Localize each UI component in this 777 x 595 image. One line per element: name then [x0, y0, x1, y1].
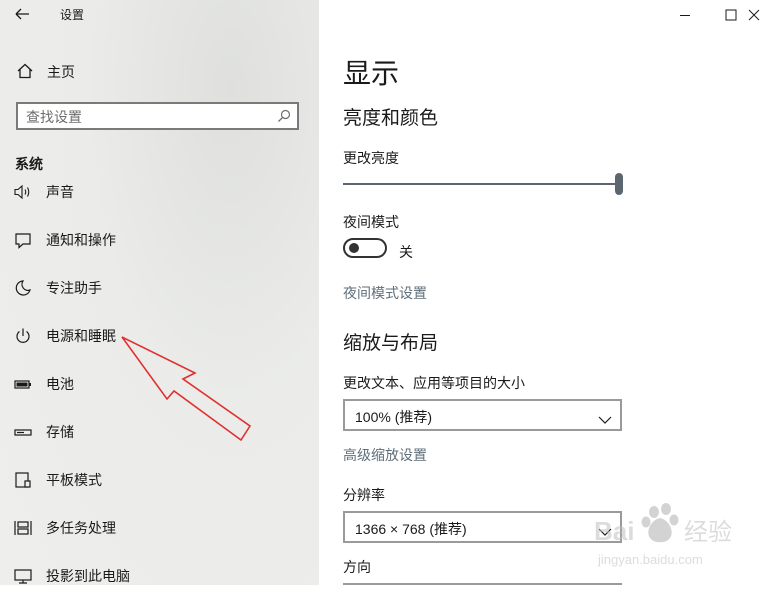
sidebar-item-focus-assist[interactable]: 专注助手	[0, 267, 319, 307]
sidebar: 设置 主页 系统 声音	[0, 0, 319, 585]
sidebar-item-label: 投影到此电脑	[46, 568, 130, 584]
moon-icon	[14, 279, 32, 297]
sidebar-item-home[interactable]: 主页	[0, 56, 319, 86]
window-title: 设置	[60, 8, 85, 22]
night-mode-toggle[interactable]	[343, 238, 387, 258]
power-icon	[14, 327, 32, 345]
multitasking-icon	[14, 519, 32, 537]
sidebar-item-tablet-mode[interactable]: 平板模式	[0, 459, 319, 499]
search-icon[interactable]	[277, 109, 291, 123]
notification-icon	[14, 231, 32, 249]
sidebar-item-label: 多任务处理	[46, 520, 116, 536]
storage-icon	[14, 423, 32, 441]
toggle-knob	[349, 243, 359, 253]
watermark-url: jingyan.baidu.com	[597, 552, 703, 567]
annotation-arrow	[121, 336, 252, 442]
brightness-slider-track[interactable]	[343, 183, 619, 185]
scale-label: 更改文本、应用等项目的大小	[343, 375, 525, 391]
home-icon	[16, 62, 34, 80]
search-input[interactable]	[26, 107, 266, 127]
section-brightness-heading: 亮度和颜色	[343, 108, 439, 129]
watermark-brand-suffix: 经验	[684, 519, 732, 546]
sidebar-item-label: 电源和睡眠	[46, 328, 116, 344]
close-button[interactable]	[731, 0, 777, 30]
back-arrow-icon	[15, 8, 29, 20]
search-box[interactable]	[16, 102, 299, 130]
sidebar-item-multitasking[interactable]: 多任务处理	[0, 507, 319, 547]
chevron-down-icon	[598, 411, 612, 429]
section-scale-heading: 缩放与布局	[343, 333, 439, 354]
scale-value: 100% (推荐)	[355, 409, 433, 425]
brightness-slider-thumb[interactable]	[615, 173, 623, 195]
night-mode-state: 关	[399, 244, 413, 260]
tablet-mode-icon	[14, 471, 32, 489]
resolution-value: 1366 × 768 (推荐)	[355, 521, 467, 537]
sidebar-item-label: 专注助手	[46, 280, 102, 296]
resolution-dropdown[interactable]: 1366 × 768 (推荐)	[343, 511, 622, 543]
advanced-scaling-link[interactable]: 高级缩放设置	[343, 445, 427, 465]
sidebar-item-notifications[interactable]: 通知和操作	[0, 219, 319, 259]
page-title: 显示	[343, 58, 400, 89]
baidu-watermark-logo: Bai 经验 jingyan.baidu.com	[594, 503, 732, 567]
projecting-icon	[14, 567, 32, 585]
sidebar-item-label: 平板模式	[46, 472, 102, 488]
watermark-brand: Bai	[594, 516, 634, 546]
sidebar-item-label: 存储	[46, 424, 74, 440]
minimize-icon	[680, 15, 690, 16]
night-mode-settings-link[interactable]: 夜间模式设置	[343, 283, 427, 303]
sidebar-item-projecting[interactable]: 投影到此电脑	[0, 555, 319, 595]
scale-dropdown[interactable]: 100% (推荐)	[343, 399, 622, 431]
brightness-label: 更改亮度	[343, 150, 399, 166]
speaker-icon	[14, 184, 32, 202]
sidebar-item-label: 电池	[46, 376, 74, 392]
orientation-label: 方向	[343, 559, 371, 575]
minimize-button[interactable]	[662, 0, 708, 30]
sidebar-item-label: 声音	[46, 184, 74, 200]
home-label: 主页	[47, 64, 75, 80]
night-mode-label: 夜间模式	[343, 214, 399, 230]
back-button[interactable]	[12, 4, 34, 24]
resolution-label: 分辨率	[343, 487, 385, 503]
close-icon	[748, 9, 760, 21]
battery-icon	[14, 375, 32, 393]
sidebar-item-sound[interactable]: 声音	[0, 171, 319, 211]
sidebar-item-label: 通知和操作	[46, 232, 116, 248]
